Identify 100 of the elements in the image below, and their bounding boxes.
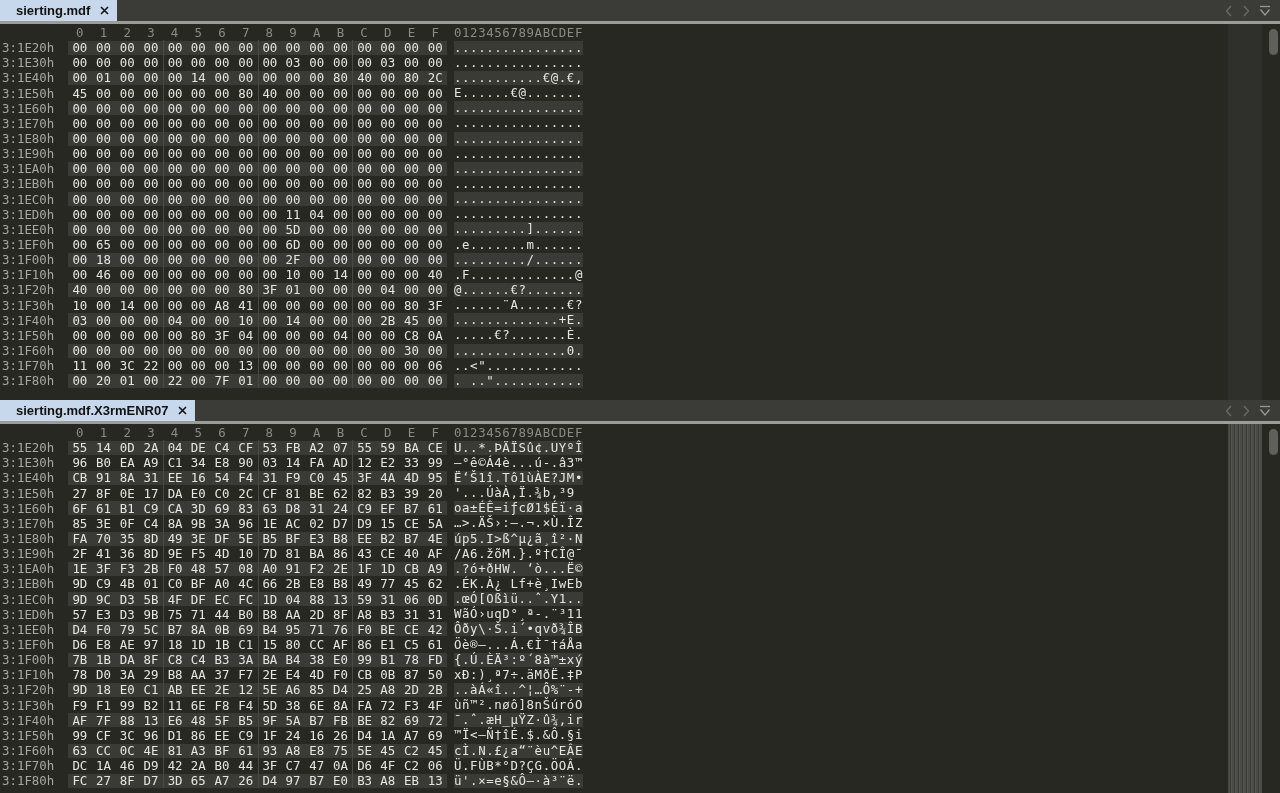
file-tab[interactable]: sierting.mdf.X3rmENR07 — [0, 400, 196, 421]
hex-byte: 00 — [352, 297, 376, 313]
offset-label: 3:1EC0h — [1, 591, 56, 607]
offset-label: 3:1EB0h — [1, 176, 56, 192]
hex-byte: 00 — [142, 206, 160, 222]
hex-byte: C0 — [308, 470, 326, 486]
file-tab[interactable]: sierting.mdf — [0, 0, 118, 21]
scrollbar-thumb[interactable] — [1268, 29, 1278, 55]
hex-byte: 81 — [162, 742, 187, 759]
hex-byte: 00 — [379, 297, 397, 313]
close-icon[interactable] — [100, 6, 110, 15]
chevron-left-icon[interactable] — [1225, 404, 1233, 417]
hex-byte: 00 — [426, 146, 444, 162]
hex-byte: 00 — [284, 115, 302, 131]
hex-byte: 00 — [142, 55, 160, 71]
hex-byte: 00 — [426, 55, 444, 71]
offset-label: 3:1EA0h — [1, 161, 56, 177]
hex-byte: A9 — [142, 455, 160, 471]
hex-byte: 54 — [213, 470, 231, 486]
chevron-left-icon[interactable] — [1225, 4, 1233, 17]
hex-byte: 00 — [331, 55, 349, 71]
chevron-right-icon[interactable] — [1242, 4, 1250, 17]
hex-byte: 3E — [189, 531, 207, 547]
hex-byte: CC — [308, 637, 326, 653]
hex-byte: 36 — [118, 546, 136, 562]
hex-byte: 00 — [118, 191, 136, 207]
hex-byte: CC — [95, 743, 112, 758]
hex-byte: DE — [189, 440, 207, 456]
hex-byte: 00 — [331, 176, 349, 192]
hex-byte: 00 — [118, 70, 136, 86]
hex-byte: 41 — [95, 546, 112, 562]
hex-byte: 00 — [237, 55, 255, 71]
hex-byte: 29 — [142, 667, 160, 683]
hex-byte: 00 — [118, 131, 136, 147]
text-cell: . .."........... — [454, 373, 583, 388]
offset-label: 3:1E70h — [1, 515, 56, 531]
hex-byte: 00 — [142, 282, 160, 298]
hex-byte: 44 — [213, 606, 231, 622]
hex-byte: 04 — [162, 440, 187, 456]
hex-byte: 1A — [379, 727, 397, 743]
hex-byte: 00 — [308, 343, 326, 358]
hex-byte: 40 — [71, 282, 89, 298]
hex-byte: EE — [213, 727, 231, 743]
hex-byte: 00 — [118, 206, 136, 222]
dropdown-icon[interactable] — [1259, 4, 1271, 17]
hex-byte: 00 — [331, 131, 349, 147]
hex-byte: 13 — [331, 591, 349, 607]
text-cell: U..*.ÞÄÏSû¢.UYºÎ — [454, 440, 583, 455]
hex-byte: 00 — [403, 115, 420, 131]
hex-byte: 59 — [379, 440, 397, 456]
hex-byte: 00 — [142, 237, 160, 253]
text-cell: Ôðy\·Š.i´•qvð¾ÎB — [454, 622, 583, 637]
hex-byte: 00 — [403, 131, 420, 147]
hex-byte: 2A — [189, 758, 207, 774]
hex-byte: E3 — [308, 531, 326, 547]
hex-byte: 00 — [426, 131, 444, 147]
column-header: A — [312, 25, 322, 41]
hex-byte: F1 — [95, 697, 112, 713]
hex-byte: 00 — [257, 327, 282, 343]
hex-byte: B5 — [257, 531, 282, 547]
hex-byte: 00 — [352, 146, 376, 162]
text-cell: ................ — [454, 116, 583, 131]
hex-byte: 06 — [403, 591, 420, 607]
text-cell: Ü.FÙB*°D?ÇG.ÖOÂ. — [454, 758, 583, 773]
dropdown-icon[interactable] — [1259, 404, 1271, 417]
hex-byte: 00 — [213, 343, 231, 358]
hex-byte: E8 — [308, 743, 326, 758]
chevron-right-icon[interactable] — [1242, 404, 1250, 417]
hex-byte: 4B — [118, 576, 136, 592]
scrollbar-thumb[interactable] — [1268, 429, 1278, 455]
hex-byte: 00 — [95, 206, 112, 222]
hex-byte: BE — [352, 712, 376, 728]
close-icon[interactable] — [178, 406, 188, 415]
hex-byte: EE — [352, 531, 376, 547]
text-cell: .............+E. — [454, 313, 583, 328]
hex-byte: 00 — [213, 312, 231, 328]
hex-byte: 61 — [95, 500, 112, 516]
hex-byte: 00 — [162, 236, 187, 253]
hex-byte: FB — [284, 440, 302, 456]
hex-byte: 00 — [162, 358, 187, 374]
hex-byte: CB — [71, 470, 89, 486]
hex-byte: 00 — [162, 100, 187, 116]
text-cell: ..àÁ«î..^¦…Ô%¨-+ — [454, 682, 583, 697]
hex-byte: 00 — [352, 342, 376, 359]
hex-byte: 18 — [162, 636, 187, 653]
hex-byte: 03 — [71, 312, 89, 328]
hex-byte: B3 — [352, 773, 376, 789]
hex-byte: 00 — [403, 161, 420, 177]
minimap[interactable] — [1228, 424, 1262, 793]
hex-byte: 6D — [284, 237, 302, 253]
hex-byte: 00 — [284, 40, 302, 56]
offset-label: 3:1F80h — [1, 373, 56, 389]
hex-byte: 00 — [331, 100, 349, 116]
hex-byte: 46 — [95, 267, 112, 283]
hex-byte: 00 — [284, 343, 302, 358]
hex-byte: 1E — [71, 561, 89, 577]
hex-byte: 1D — [379, 561, 397, 577]
hex-byte: 00 — [213, 221, 231, 237]
column-header: 2 — [122, 425, 132, 441]
text-cell: oa±ÉÊ=iƒcØ1$Éï·a — [454, 501, 583, 516]
